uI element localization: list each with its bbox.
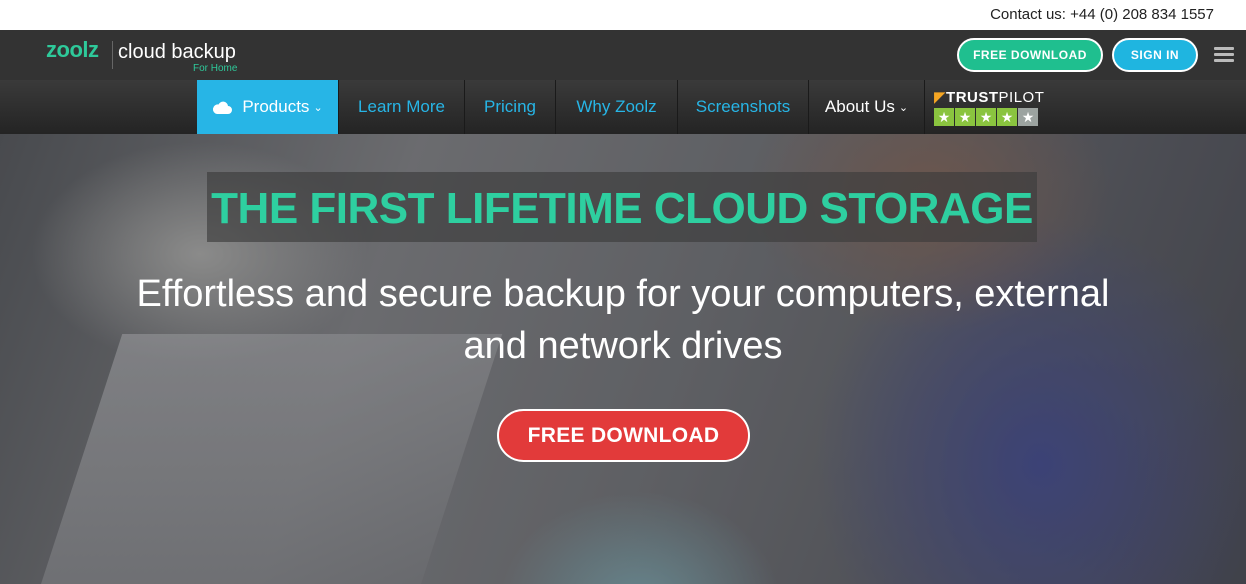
nav-label-pricing: Pricing xyxy=(484,97,536,116)
nav-label-products: Products xyxy=(242,97,310,116)
logo-brand: zoolz xyxy=(46,37,99,62)
nav-item-why-zoolz[interactable]: Why Zoolz xyxy=(556,80,678,134)
nav-label-why-zoolz: Why Zoolz xyxy=(576,97,657,116)
contact-phone[interactable]: Contact us: +44 (0) 208 834 1557 xyxy=(990,6,1214,23)
nav-item-about-us[interactable]: About Us ⌄ xyxy=(809,80,925,134)
hero-headline: THE FIRST LIFETIME CLOUD STORAGE xyxy=(211,184,1033,233)
hero-subheading: Effortless and secure backup for your co… xyxy=(60,268,1186,372)
site-header: zoolz cloud backup For Home FREE DOWNLOA… xyxy=(0,30,1246,80)
logo-divider xyxy=(112,41,113,69)
hero-headline-box: THE FIRST LIFETIME CLOUD STORAGE xyxy=(207,172,1037,242)
nav-label-screenshots: Screenshots xyxy=(695,97,791,116)
chevron-down-icon: ⌄ xyxy=(898,101,909,114)
hamburger-menu-icon[interactable] xyxy=(1214,47,1234,63)
nav-label-about-us: About Us xyxy=(824,97,895,116)
header-free-download-button[interactable]: FREE DOWNLOAD xyxy=(957,38,1103,72)
cloud-icon xyxy=(213,101,233,114)
logo-product: cloud backup xyxy=(118,41,236,63)
hero-subheading-line-2: and network drives xyxy=(463,325,783,367)
trustpilot-rating: ★ ★ ★ ★ ★ xyxy=(934,108,1038,126)
logo-subtitle: For Home xyxy=(193,63,238,74)
nav-item-products[interactable]: Products ⌄ xyxy=(197,80,339,134)
hero-free-download-button[interactable]: FREE DOWNLOAD xyxy=(497,409,750,462)
trustpilot-badge[interactable]: ◤TRUSTPILOT ★ ★ ★ ★ ★ xyxy=(934,88,1044,128)
nav-label-learn-more: Learn More xyxy=(358,97,445,116)
contact-bar: Contact us: +44 (0) 208 834 1557 xyxy=(0,0,1246,30)
star-half-icon: ★ xyxy=(1018,108,1038,126)
sign-in-button[interactable]: SIGN IN xyxy=(1112,38,1198,72)
hero-subheading-line-1: Effortless and secure backup for your co… xyxy=(136,273,1110,315)
chevron-down-icon: ⌄ xyxy=(313,101,323,114)
star-icon: ★ xyxy=(934,108,954,126)
star-icon: ★ xyxy=(955,108,975,126)
star-icon: ★ xyxy=(997,108,1017,126)
hero-section: THE FIRST LIFETIME CLOUD STORAGE Effortl… xyxy=(0,134,1246,584)
nav-item-screenshots[interactable]: Screenshots xyxy=(678,80,809,134)
nav-item-learn-more[interactable]: Learn More xyxy=(339,80,465,134)
trustpilot-logo-icon: ◤ xyxy=(934,89,947,106)
main-nav: Products ⌄ Learn More Pricing Why Zoolz … xyxy=(0,80,1246,134)
nav-item-pricing[interactable]: Pricing xyxy=(465,80,556,134)
trustpilot-label: ◤TRUSTPILOT xyxy=(934,89,1045,106)
star-icon: ★ xyxy=(976,108,996,126)
